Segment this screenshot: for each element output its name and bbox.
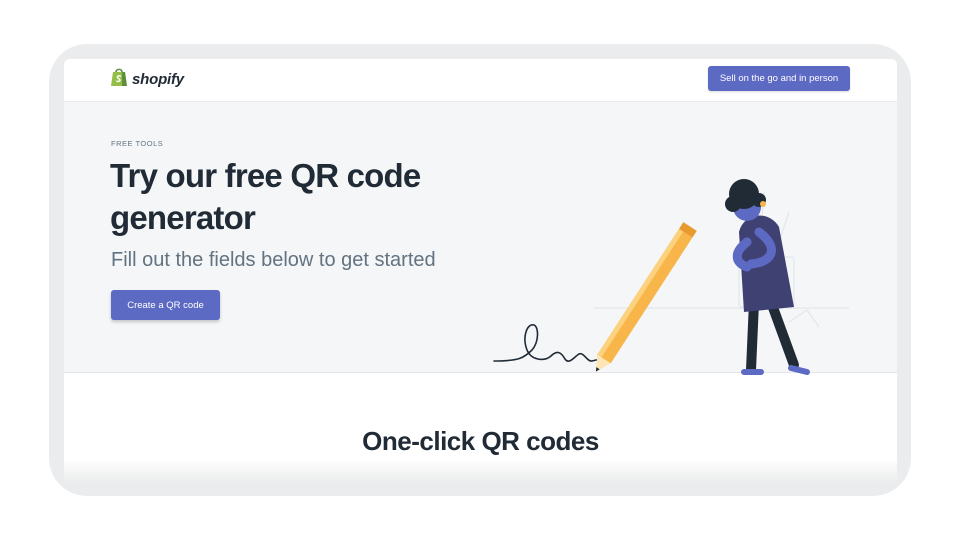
shopify-bag-icon: [110, 67, 128, 92]
sell-on-the-go-button[interactable]: Sell on the go and in person: [708, 66, 850, 91]
shopify-logo[interactable]: shopify: [110, 67, 184, 91]
bottom-fade: [64, 459, 897, 483]
hero-section: FREE TOOLS Try our free QR code generato…: [64, 102, 897, 375]
browser-screen: shopify Sell on the go and in person FRE…: [64, 59, 897, 483]
hero-subtitle: Fill out the fields below to get started: [111, 249, 436, 271]
eyebrow-label: FREE TOOLS: [111, 139, 164, 148]
top-navigation: shopify Sell on the go and in person: [64, 59, 897, 102]
create-qr-code-button[interactable]: Create a QR code: [111, 290, 220, 320]
section-title: One-click QR codes: [362, 426, 599, 456]
logo-wordmark: shopify: [132, 70, 184, 88]
person-with-giant-pencil-illustration: [489, 132, 869, 377]
page-title: Try our free QR code generator: [110, 157, 421, 236]
